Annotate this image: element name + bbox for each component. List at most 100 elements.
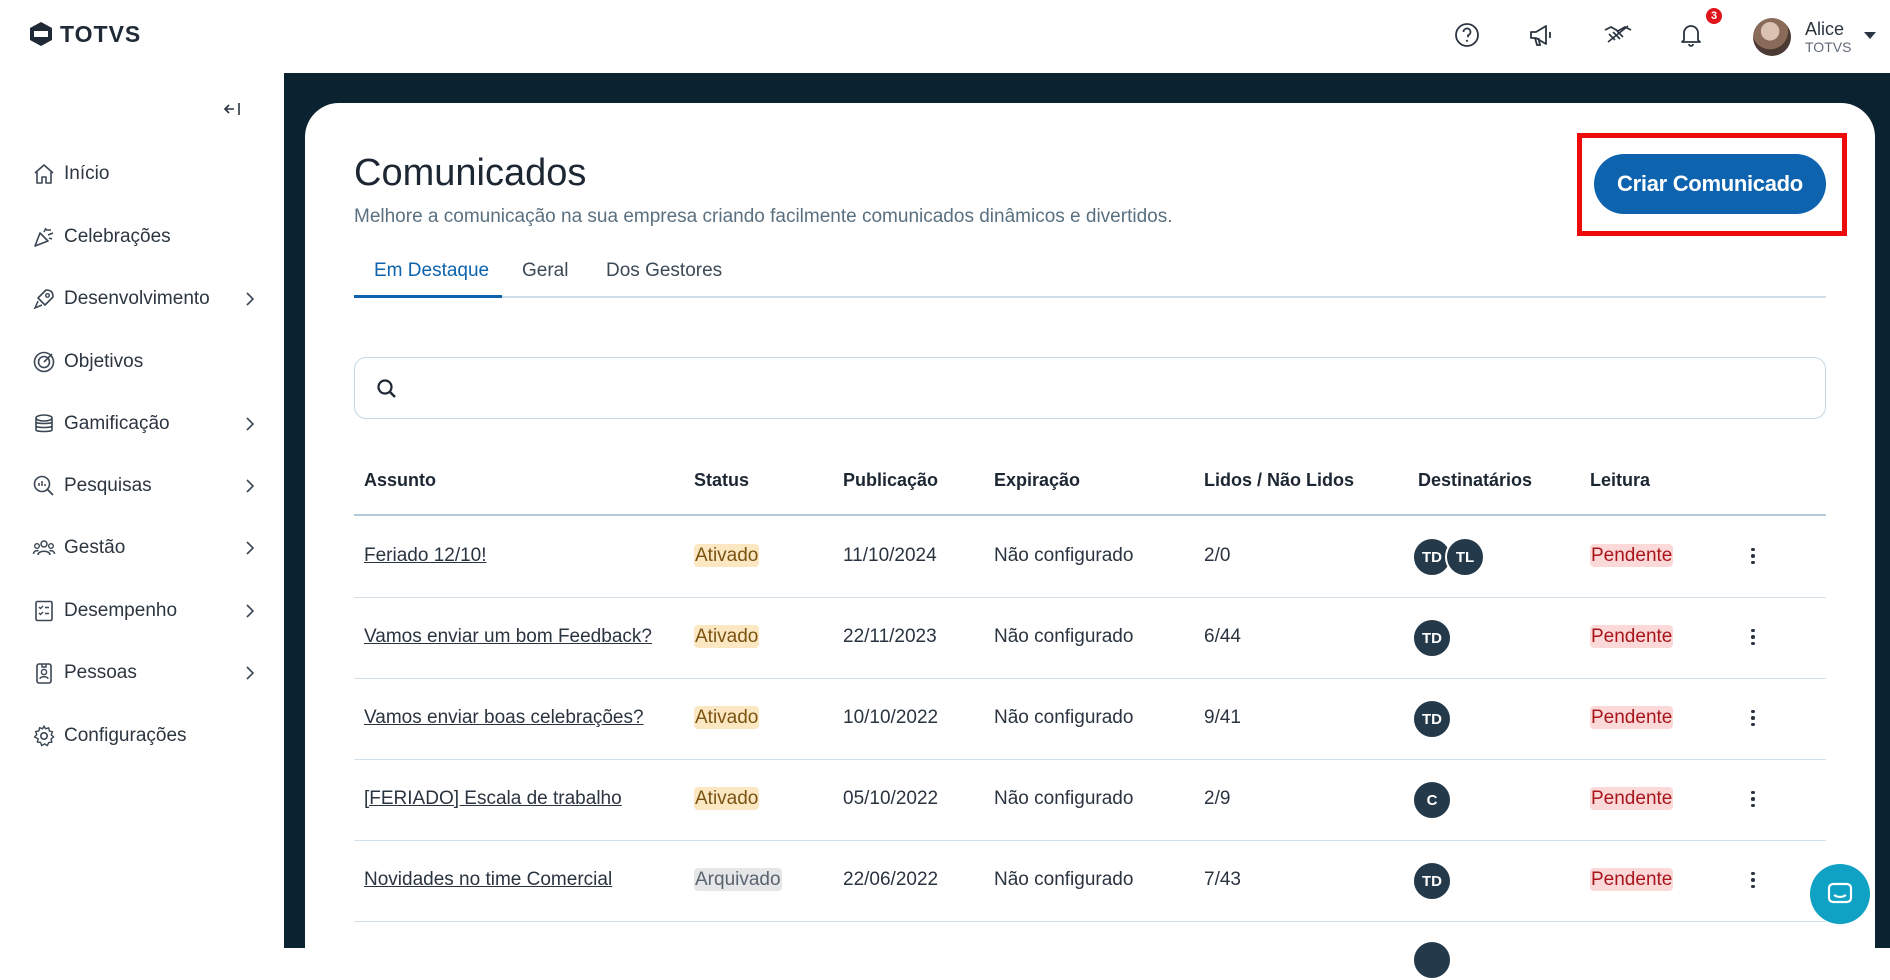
avatar[interactable]: TL [1445, 537, 1485, 577]
reading-badge-label: Pendente [1590, 787, 1674, 810]
sidebar-item-objetivos[interactable]: Objetivos [30, 342, 260, 382]
chevron-right-icon [240, 538, 260, 558]
table-row-divider [354, 840, 1826, 841]
help-icon[interactable] [1452, 20, 1482, 50]
table-row-read: 2/0 [1204, 545, 1231, 566]
more-vertical-icon[interactable] [1745, 625, 1761, 649]
search-icon [377, 379, 396, 398]
table-row-divider [354, 921, 1826, 922]
column-header-expiracao[interactable]: Expiração [994, 470, 1080, 491]
tab-bar: Em Destaque Geral Dos Gestores [354, 256, 1826, 298]
table-row-read: 6/44 [1204, 626, 1241, 647]
table-row-published: 22/06/2022 [843, 869, 939, 890]
table-row-subject[interactable]: Novidades no time Comercial [364, 869, 612, 891]
status-badge: Ativado [694, 544, 760, 567]
table-row-subject[interactable]: Vamos enviar um bom Feedback? [364, 626, 652, 648]
avatar[interactable] [1753, 18, 1791, 56]
sidebar-item-gamificacao[interactable]: Gamificação [30, 404, 260, 444]
table-row-read: 2/9 [1204, 788, 1231, 809]
more-vertical-icon[interactable] [1745, 787, 1761, 811]
sidebar-item-label: Início [64, 163, 110, 184]
chevron-right-icon [240, 476, 260, 496]
checklist-icon [30, 597, 58, 625]
sidebar-item-configuracoes[interactable]: Configurações [30, 716, 260, 756]
reading-badge-label: Pendente [1590, 544, 1674, 567]
table-row-published: 05/10/2022 [843, 788, 939, 809]
handshake-icon[interactable] [1603, 20, 1633, 50]
avatar[interactable]: TD [1412, 618, 1452, 658]
table-header-divider [354, 514, 1826, 516]
avatar[interactable]: TD [1412, 699, 1452, 739]
reading-badge-label: Pendente [1590, 706, 1674, 729]
home-icon [30, 160, 58, 188]
avatar[interactable]: TD [1412, 861, 1452, 901]
reading-badge: Pendente [1590, 544, 1674, 567]
table-row-expiration: Não configurado [994, 788, 1134, 809]
logo-text: TOTVS [60, 20, 142, 47]
sidebar-item-gestao[interactable]: Gestão [30, 528, 260, 568]
chat-button[interactable] [1810, 864, 1870, 924]
reading-badge: Pendente [1590, 868, 1674, 891]
more-vertical-icon[interactable] [1745, 544, 1761, 568]
column-header-lidos[interactable]: Lidos / Não Lidos [1204, 470, 1354, 491]
totvs-logo[interactable]: TOTVS [28, 20, 141, 48]
reading-badge-label: Pendente [1590, 625, 1674, 648]
megaphone-icon[interactable] [1526, 20, 1556, 50]
chevron-right-icon [240, 414, 260, 434]
tab-dos-gestores[interactable]: Dos Gestores [606, 260, 722, 298]
page-subtitle: Melhore a comunicação na sua empresa cri… [354, 206, 1173, 227]
status-badge: Ativado [694, 706, 760, 729]
sidebar-item-pesquisas[interactable]: Pesquisas [30, 466, 260, 506]
reading-badge-label: Pendente [1590, 868, 1674, 891]
user-name[interactable]: Alice [1805, 19, 1844, 40]
status-badge-label: Ativado [694, 787, 760, 810]
table-row-expiration: Não configurado [994, 869, 1134, 890]
table-row-subject[interactable]: Feriado 12/10! [364, 545, 487, 567]
table-row-read: 9/41 [1204, 707, 1241, 728]
coins-icon [30, 410, 58, 438]
status-badge: Ativado [694, 625, 760, 648]
more-vertical-icon[interactable] [1745, 706, 1761, 730]
create-announcement-button[interactable]: Criar Comunicado [1594, 154, 1826, 214]
sidebar-item-label: Gamificação [64, 413, 170, 434]
table-row-expiration: Não configurado [994, 545, 1134, 566]
totvs-logo-icon [30, 22, 52, 46]
column-header-publicacao[interactable]: Publicação [843, 470, 938, 491]
sidebar-item-label: Desempenho [64, 600, 178, 621]
reading-badge: Pendente [1590, 625, 1674, 648]
tab-em-destaque[interactable]: Em Destaque [374, 260, 489, 298]
search-input[interactable] [354, 357, 1826, 419]
sidebar-item-inicio[interactable]: Início [30, 154, 260, 194]
reading-badge: Pendente [1590, 706, 1674, 729]
table-row-divider [354, 759, 1826, 760]
sidebar-item-desenvolvimento[interactable]: Desenvolvimento [30, 279, 260, 319]
avatar[interactable]: C [1412, 780, 1452, 820]
table-row-read: 7/43 [1204, 869, 1241, 890]
sidebar-item-label: Gestão [64, 537, 126, 558]
chevron-down-icon[interactable] [1864, 32, 1876, 39]
collapse-sidebar-icon[interactable] [220, 97, 244, 121]
sidebar-item-celebracoes[interactable]: Celebrações [30, 217, 260, 257]
sidebar-item-label: Pesquisas [64, 475, 152, 496]
chevron-right-icon [240, 289, 260, 309]
bell-icon[interactable] [1676, 20, 1706, 50]
column-header-leitura[interactable]: Leitura [1590, 470, 1650, 491]
column-header-status[interactable]: Status [694, 470, 749, 491]
table-row-expiration: Não configurado [994, 626, 1134, 647]
table-row-subject[interactable]: [FERIADO] Escala de trabalho [364, 788, 622, 810]
table-row-published: 11/10/2024 [843, 545, 937, 566]
avatar-partial [1412, 940, 1452, 980]
more-vertical-icon[interactable] [1745, 868, 1761, 892]
rocket-icon [30, 285, 58, 313]
sidebar-item-pessoas[interactable]: Pessoas [30, 653, 260, 693]
table-row-subject[interactable]: Vamos enviar boas celebrações? [364, 707, 644, 729]
sidebar-item-desempenho[interactable]: Desempenho [30, 591, 260, 631]
sidebar-item-label: Configurações [64, 725, 187, 746]
sidebar-item-label: Desenvolvimento [64, 288, 210, 309]
people-icon [30, 534, 58, 562]
tab-geral[interactable]: Geral [522, 260, 568, 298]
badge-icon [30, 659, 58, 687]
column-header-destinatarios[interactable]: Destinatários [1418, 470, 1532, 491]
status-badge: Ativado [694, 787, 760, 810]
column-header-assunto[interactable]: Assunto [364, 470, 436, 491]
